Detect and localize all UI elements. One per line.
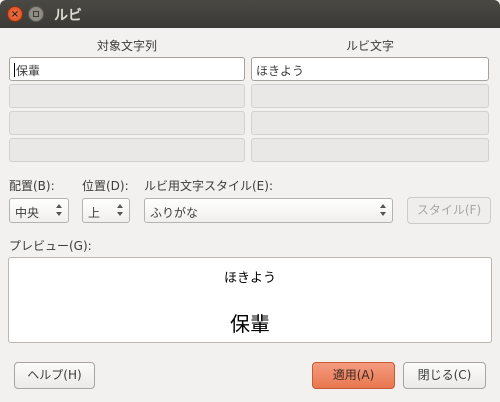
- ruby-string-field-1[interactable]: ほきよう: [251, 57, 489, 81]
- alignment-value: 中央: [15, 206, 40, 220]
- help-button[interactable]: ヘルプ(H): [14, 362, 95, 389]
- window-title: ルビ: [54, 8, 82, 24]
- target-string-value-1: 保輩: [16, 64, 41, 78]
- apply-button[interactable]: 適用(A): [312, 362, 395, 389]
- preview-ruby-text: ほきよう: [223, 271, 276, 286]
- ruby-style-select[interactable]: ふりがな: [144, 198, 393, 223]
- target-string-header: 対象文字列: [96, 39, 157, 53]
- spin-arrows-icon: [380, 202, 388, 219]
- close-window-icon[interactable]: ×: [7, 6, 23, 22]
- close-button[interactable]: 閉じる(C): [403, 362, 486, 389]
- target-string-field-4[interactable]: [9, 138, 245, 162]
- ruby-style-value: ふりがな: [150, 206, 199, 220]
- preview-area: ほきよう 保輩: [8, 257, 492, 343]
- target-string-field-3[interactable]: [9, 111, 245, 135]
- target-string-field-2[interactable]: [9, 84, 245, 108]
- ruby-string-field-3[interactable]: [251, 111, 489, 135]
- target-string-field-1[interactable]: 保輩: [9, 57, 245, 81]
- position-select[interactable]: 上: [82, 198, 130, 223]
- ruby-string-field-2[interactable]: [251, 84, 489, 108]
- spin-arrows-icon: [117, 202, 125, 219]
- preview-label: プレビュー(G):: [9, 239, 92, 253]
- ruby-string-field-4[interactable]: [251, 138, 489, 162]
- title-bar: × ルビ: [0, 0, 500, 28]
- spin-arrows-icon: [56, 202, 64, 219]
- alignment-label: 配置(B):: [9, 179, 55, 193]
- text-cursor: [14, 63, 15, 77]
- preview-base-text: 保輩: [230, 312, 270, 336]
- style-button[interactable]: スタイル(F): [407, 197, 491, 224]
- ruby-style-label: ルビ用文字スタイル(E):: [144, 179, 273, 193]
- position-value: 上: [88, 206, 101, 220]
- ruby-string-value-1: ほきよう: [256, 64, 305, 78]
- position-label: 位置(D):: [82, 179, 129, 193]
- ruby-string-header: ルビ文字: [345, 39, 394, 53]
- alignment-select[interactable]: 中央: [9, 198, 69, 223]
- maximize-window-icon[interactable]: [28, 6, 44, 22]
